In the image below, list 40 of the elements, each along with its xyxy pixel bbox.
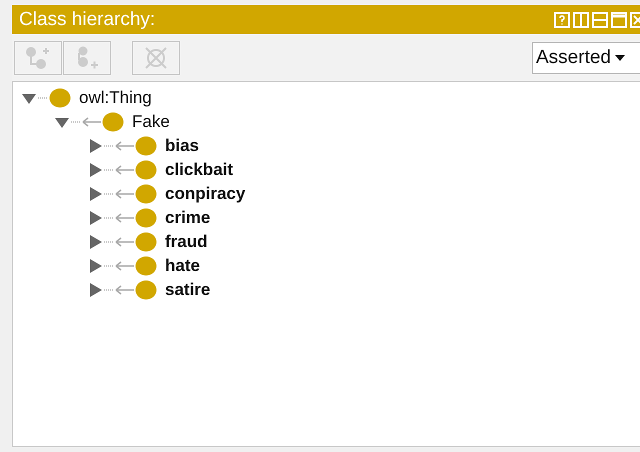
- arrow-icon: [82, 117, 102, 127]
- class-icon: [135, 208, 157, 228]
- add-subclass-icon: [25, 46, 51, 70]
- class-icon: [135, 256, 157, 276]
- collapsed-triangle-icon[interactable]: [87, 163, 115, 177]
- class-label[interactable]: clickbait: [165, 160, 234, 180]
- caret-icon: [614, 54, 625, 60]
- collapsed-triangle-icon[interactable]: [87, 259, 115, 273]
- expanded-triangle-icon[interactable]: [21, 91, 49, 105]
- collapsed-triangle-icon[interactable]: [87, 283, 115, 297]
- class-label[interactable]: owl:Thing: [79, 88, 152, 108]
- class-icon: [49, 88, 71, 108]
- class-icon: [135, 280, 157, 300]
- collapsed-triangle-icon[interactable]: [87, 139, 115, 153]
- panel-title: Class hierarchy:: [19, 8, 156, 30]
- class-label[interactable]: conpiracy: [165, 184, 246, 204]
- arrow-icon: [115, 237, 135, 247]
- class-icon: [135, 136, 157, 156]
- class-label[interactable]: fraud: [165, 232, 208, 252]
- arrow-icon: [115, 189, 135, 199]
- class-icon: [102, 112, 124, 132]
- arrow-icon: [115, 141, 135, 151]
- arrow-icon: [115, 165, 135, 175]
- arrow-icon: [115, 285, 135, 295]
- class-label[interactable]: Fake: [132, 112, 170, 132]
- class-label[interactable]: bias: [165, 136, 200, 156]
- arrow-icon: [115, 261, 135, 271]
- collapsed-triangle-icon[interactable]: [87, 187, 115, 201]
- class-icon: [135, 184, 157, 204]
- collapsed-triangle-icon[interactable]: [87, 211, 115, 225]
- collapsed-triangle-icon[interactable]: [87, 235, 115, 249]
- arrow-icon: [115, 213, 135, 223]
- class-label[interactable]: crime: [165, 208, 210, 228]
- class-label[interactable]: hate: [165, 256, 200, 276]
- expanded-triangle-icon[interactable]: [54, 115, 82, 129]
- delete-icon: [143, 46, 169, 70]
- class-icon: [135, 232, 157, 252]
- class-icon: [135, 160, 157, 180]
- view-dropdown[interactable]: Asserted: [532, 42, 640, 74]
- class-label[interactable]: satire: [165, 280, 210, 300]
